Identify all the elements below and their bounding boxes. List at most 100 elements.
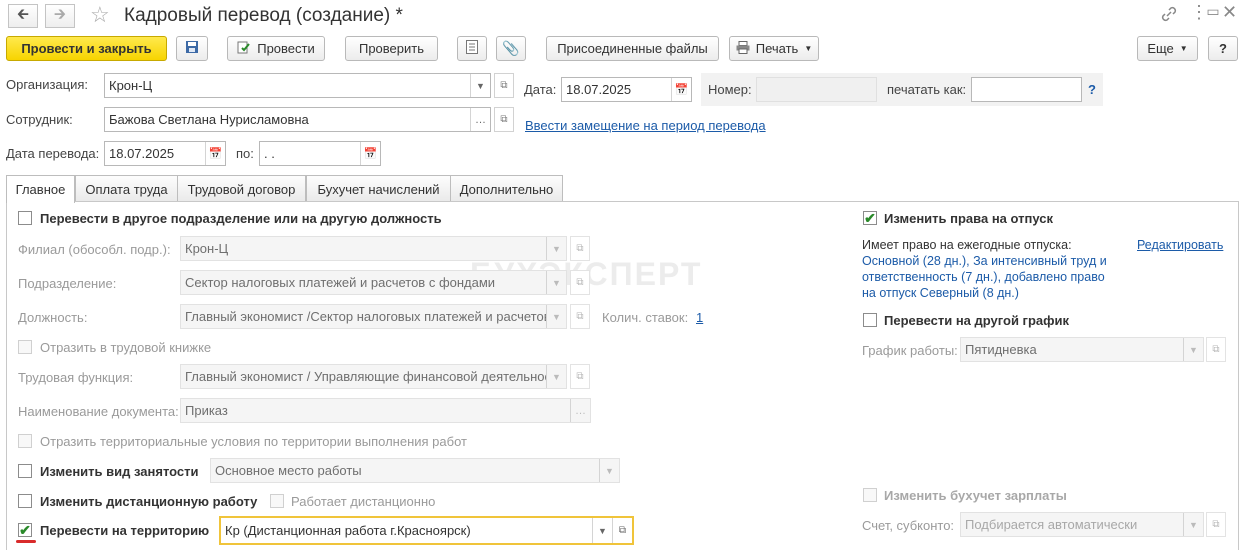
organization-value: Крон-Ц	[109, 78, 153, 93]
organization-open-button[interactable]: ⧉	[494, 73, 514, 98]
schedule-value: Пятидневка	[965, 342, 1037, 357]
chevron-down-icon: ▼	[1179, 44, 1188, 53]
dropdown-arrow-icon: ▼	[546, 271, 566, 294]
open-icon: ⧉	[576, 371, 584, 382]
schedule-field: Пятидневка ▼	[960, 337, 1204, 362]
help-button[interactable]: ?	[1208, 36, 1238, 61]
dropdown-arrow-icon[interactable]: ▼	[470, 74, 490, 97]
maximize-icon[interactable]: ▭	[1203, 0, 1223, 22]
vacation-description-1: Основной (28 дн.), За интенсивный труд и	[862, 254, 1107, 268]
works-remotely-label: Работает дистанционно	[291, 494, 436, 509]
position-field: Главный экономист /Сектор налоговых плат…	[180, 304, 567, 329]
accounting-checkbox	[863, 488, 877, 502]
labor-function-label: Трудовая функция:	[18, 370, 134, 385]
calendar-icon[interactable]: 📅	[671, 78, 691, 101]
transfer-dept-label: Перевести в другое подразделение или на …	[40, 211, 442, 226]
tab-additional[interactable]: Дополнительно	[450, 175, 563, 202]
territorial-checkbox	[18, 434, 32, 448]
department-value: Сектор налоговых платежей и расчетов с ф…	[185, 275, 496, 290]
employment-type-checkbox[interactable]	[18, 464, 32, 478]
post-and-close-button[interactable]: Провести и закрыть	[6, 36, 167, 61]
calendar-icon[interactable]: 📅	[205, 142, 225, 165]
ellipsis-icon[interactable]: …	[470, 108, 490, 131]
tab-payment[interactable]: Оплата труда	[75, 175, 178, 202]
date-label: Дата:	[524, 82, 557, 97]
back-button[interactable]: 🡰	[8, 4, 38, 28]
favorite-star-icon[interactable]: ☆	[90, 2, 110, 28]
employee-open-button[interactable]: ⧉	[494, 107, 514, 132]
account-value: Подбирается автоматически	[965, 517, 1138, 532]
department-label: Подразделение:	[18, 276, 117, 291]
attach-button[interactable]: 📎	[496, 36, 526, 61]
printer-icon	[736, 40, 750, 57]
print-as-help-link[interactable]: ?	[1088, 82, 1096, 97]
employee-field[interactable]: Бажова Светлана Нурисламовна …	[104, 107, 491, 132]
transfer-date-field[interactable]: 18.07.2025 📅	[104, 141, 226, 166]
open-icon: ⧉	[576, 311, 584, 322]
date-field[interactable]: 18.07.2025 📅	[561, 77, 692, 102]
tab-labor-contract[interactable]: Трудовой договор	[177, 175, 306, 202]
remote-work-checkbox[interactable]	[18, 494, 32, 508]
account-field: Подбирается автоматически ▼	[960, 512, 1204, 537]
print-label: Печать	[755, 41, 799, 56]
schedule-checkbox[interactable]	[863, 313, 877, 327]
position-label: Должность:	[18, 310, 88, 325]
to-date-field[interactable]: . . 📅	[259, 141, 381, 166]
print-as-field[interactable]	[971, 77, 1082, 102]
transfer-dept-checkbox[interactable]	[18, 211, 32, 225]
doc-name-field: Приказ …	[180, 398, 591, 423]
territory-value: Кр (Дистанционная работа г.Красноярск)	[225, 523, 471, 538]
more-button[interactable]: Еще ▼	[1137, 36, 1198, 61]
branch-open-button: ⧉	[570, 236, 590, 261]
vacation-rights-label: Изменить права на отпуск	[884, 211, 1053, 226]
list-icon	[466, 40, 478, 57]
vacation-edit-link[interactable]: Редактировать	[1137, 238, 1223, 252]
check-button[interactable]: Проверить	[345, 36, 438, 61]
vacation-rights-checkbox[interactable]: ✔	[863, 211, 877, 225]
accounting-label: Изменить бухучет зарплаты	[884, 488, 1067, 503]
branch-value: Крон-Ц	[185, 241, 229, 256]
attached-files-button[interactable]: Присоединенные файлы	[546, 36, 719, 61]
date-value: 18.07.2025	[566, 82, 632, 97]
replacement-link[interactable]: Ввести замещение на период перевода	[525, 118, 766, 133]
dropdown-arrow-icon: ▼	[1183, 338, 1203, 361]
save-button[interactable]	[176, 36, 208, 61]
journal-button[interactable]	[457, 36, 487, 61]
tab-main[interactable]: Главное	[6, 175, 75, 203]
territory-checkbox[interactable]: ✔	[18, 523, 32, 537]
rates-label: Колич. ставок:	[602, 310, 689, 325]
works-remotely-checkbox	[270, 494, 284, 508]
organization-field[interactable]: Крон-Ц ▼	[104, 73, 491, 98]
tab-accrual-accounting[interactable]: Бухучет начислений	[306, 175, 451, 202]
vacation-description-2: ответственность (7 дн.), добавлено право	[862, 270, 1105, 284]
labor-function-field: Главный экономист / Управляющие финансов…	[180, 364, 567, 389]
work-book-label: Отразить в трудовой книжке	[40, 340, 212, 355]
dropdown-arrow-icon[interactable]: ▼	[592, 518, 612, 543]
close-icon[interactable]: ✕	[1222, 2, 1237, 23]
post-button[interactable]: Провести	[227, 36, 325, 61]
arrow-right-icon: 🡲	[53, 5, 67, 23]
employment-type-field: Основное место работы ▼	[210, 458, 620, 483]
dropdown-arrow-icon: ▼	[1183, 513, 1203, 536]
territorial-label: Отразить территориальные условия по терр…	[40, 434, 467, 449]
to-date-value: . .	[264, 146, 275, 161]
forward-button[interactable]: 🡲	[45, 4, 75, 28]
territory-label: Перевести на территорию	[40, 523, 210, 538]
to-label: по:	[236, 146, 254, 161]
department-field: Сектор налоговых платежей и расчетов с ф…	[180, 270, 567, 295]
rates-value-link[interactable]: 1	[696, 310, 703, 325]
print-button[interactable]: Печать ▼	[729, 36, 819, 61]
dropdown-arrow-icon: ▼	[546, 365, 566, 388]
calendar-icon[interactable]: 📅	[360, 142, 380, 165]
account-open-button: ⧉	[1206, 512, 1226, 537]
more-label: Еще	[1147, 41, 1174, 56]
open-icon[interactable]: ⧉	[612, 518, 632, 543]
dropdown-arrow-icon: ▼	[546, 305, 566, 328]
open-icon: ⧉	[1212, 344, 1220, 355]
territory-field[interactable]: Кр (Дистанционная работа г.Красноярск) ▼…	[219, 516, 634, 545]
number-field	[756, 77, 877, 102]
labor-function-value: Главный экономист / Управляющие финансов…	[185, 369, 546, 384]
doc-name-value: Приказ	[185, 403, 228, 418]
link-icon[interactable]	[1160, 5, 1178, 23]
position-open-button: ⧉	[570, 304, 590, 329]
